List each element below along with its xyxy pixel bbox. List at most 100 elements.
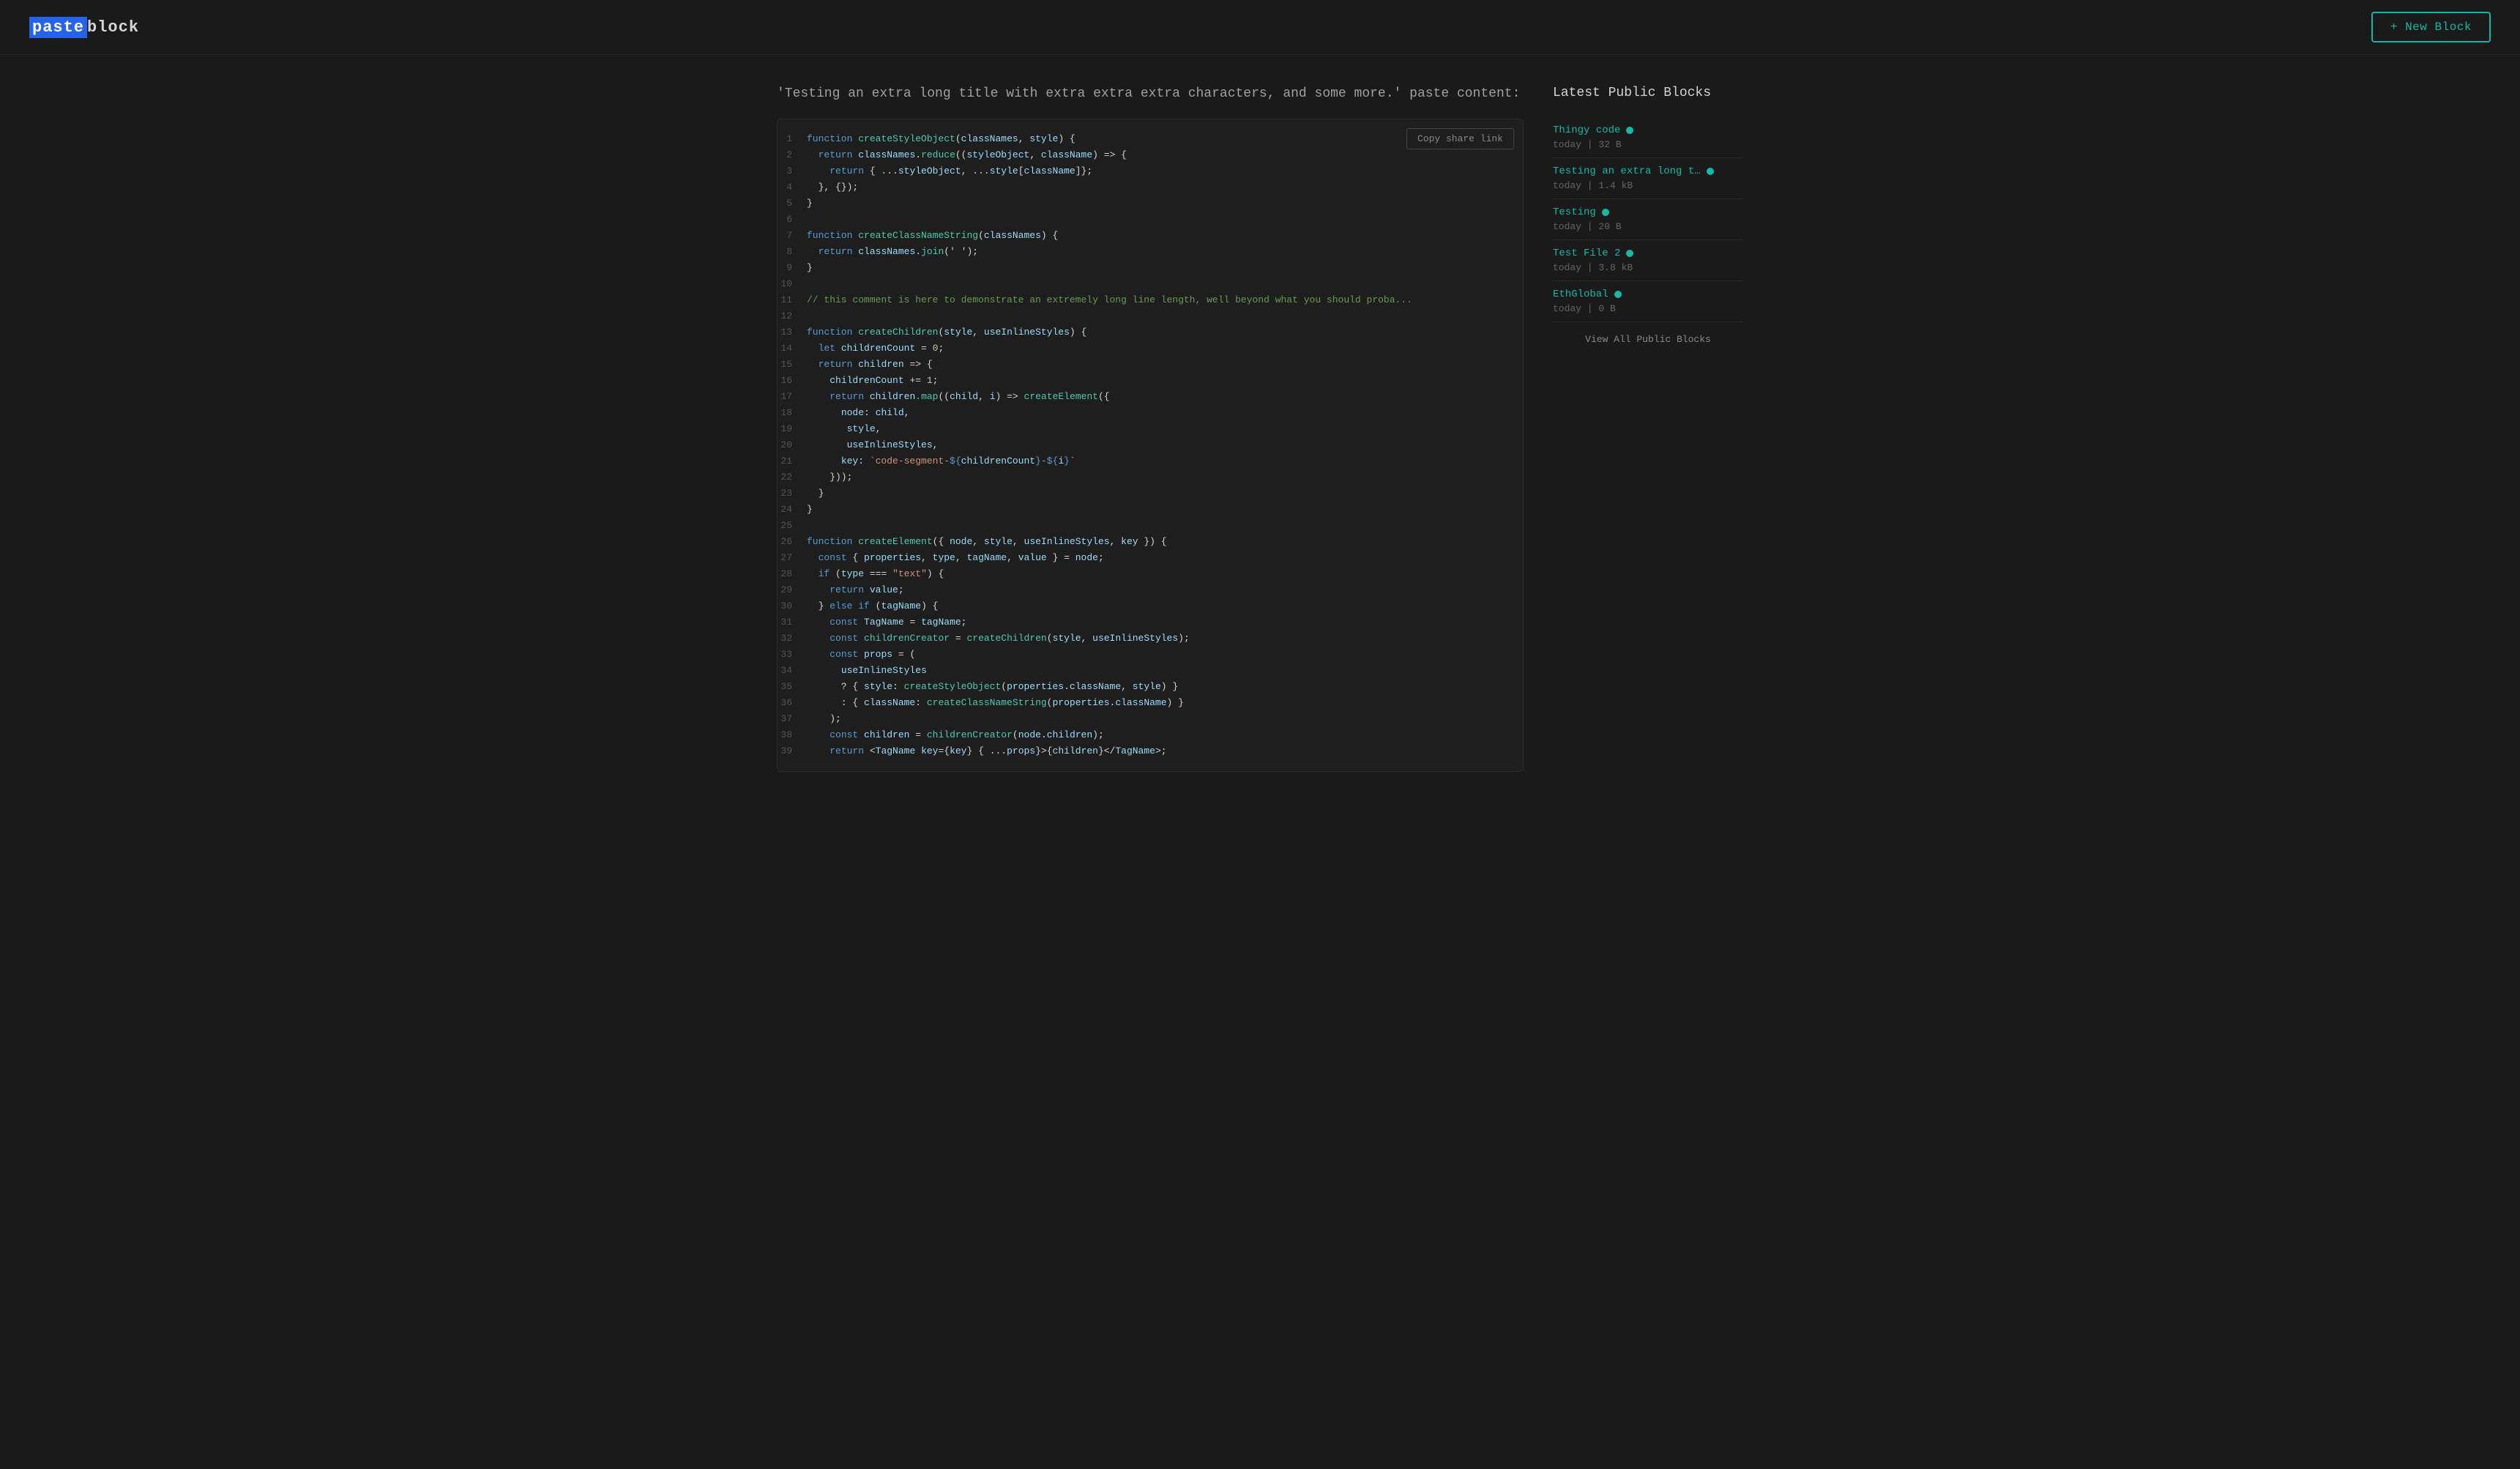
list-item[interactable]: Testing today | 20 B xyxy=(1553,199,1743,240)
code-container: Copy share link 1function createStyleObj… xyxy=(777,119,1524,772)
table-row: 18 node: child, xyxy=(778,405,1523,421)
line-number: 37 xyxy=(778,711,807,727)
line-code: const TagName = tagName; xyxy=(807,614,966,631)
line-number: 1 xyxy=(778,131,807,147)
line-number: 11 xyxy=(778,292,807,308)
view-all-public-blocks-link[interactable]: View All Public Blocks xyxy=(1553,334,1743,345)
line-code: return children.map((child, i) => create… xyxy=(807,389,1110,405)
table-row: 38 const children = childrenCreator(node… xyxy=(778,727,1523,743)
table-row: 10 xyxy=(778,276,1523,292)
line-number: 39 xyxy=(778,743,807,759)
table-row: 8 return classNames.join(' '); xyxy=(778,244,1523,260)
line-number: 21 xyxy=(778,453,807,469)
table-row: 37 ); xyxy=(778,711,1523,727)
block-list: Thingy codetoday | 32 BTesting an extra … xyxy=(1553,117,1743,322)
line-code: } xyxy=(807,260,813,276)
line-code: ); xyxy=(807,711,841,727)
new-block-button[interactable]: + New Block xyxy=(2371,12,2491,42)
line-code: } else if (tagName) { xyxy=(807,598,938,614)
table-row: 35 ? { style: createStyleObject(properti… xyxy=(778,679,1523,695)
logo-paste-text: paste xyxy=(29,17,87,38)
list-item[interactable]: EthGlobal today | 0 B xyxy=(1553,281,1743,322)
line-number: 12 xyxy=(778,308,807,324)
table-row: 15 return children => { xyxy=(778,357,1523,373)
table-row: 2 return classNames.reduce((styleObject,… xyxy=(778,147,1523,163)
table-row: 36 : { className: createClassNameString(… xyxy=(778,695,1523,711)
line-number: 24 xyxy=(778,502,807,518)
table-row: 12 xyxy=(778,308,1523,324)
block-meta: today | 3.8 kB xyxy=(1553,262,1743,273)
line-number: 30 xyxy=(778,598,807,614)
line-number: 15 xyxy=(778,357,807,373)
sidebar: Latest Public Blocks Thingy codetoday | … xyxy=(1553,84,1743,772)
line-code: childrenCount += 1; xyxy=(807,373,938,389)
paste-title: 'Testing an extra long title with extra … xyxy=(777,84,1524,104)
list-item[interactable]: Thingy codetoday | 32 B xyxy=(1553,117,1743,158)
table-row: 29 return value; xyxy=(778,582,1523,598)
table-row: 16 childrenCount += 1; xyxy=(778,373,1523,389)
block-name: Testing xyxy=(1553,207,1596,218)
line-code: function createChildren(style, useInline… xyxy=(807,324,1086,341)
line-code: return value; xyxy=(807,582,904,598)
sidebar-title: Latest Public Blocks xyxy=(1553,84,1743,103)
line-code: } xyxy=(807,486,824,502)
line-code: useInlineStyles, xyxy=(807,437,938,453)
table-row: 11// this comment is here to demonstrate… xyxy=(778,292,1523,308)
block-name: EthGlobal xyxy=(1553,289,1608,300)
block-meta: today | 1.4 kB xyxy=(1553,180,1743,191)
line-number: 23 xyxy=(778,486,807,502)
line-code: // this comment is here to demonstrate a… xyxy=(807,292,1412,308)
line-number: 9 xyxy=(778,260,807,276)
block-name: Testing an extra long t… xyxy=(1553,166,1701,177)
line-number: 14 xyxy=(778,341,807,357)
block-meta: today | 20 B xyxy=(1553,221,1743,232)
table-row: 30 } else if (tagName) { xyxy=(778,598,1523,614)
line-code: return classNames.join(' '); xyxy=(807,244,978,260)
line-code: const children = childrenCreator(node.ch… xyxy=(807,727,1104,743)
line-number: 4 xyxy=(778,179,807,196)
table-row: 19 style, xyxy=(778,421,1523,437)
line-number: 20 xyxy=(778,437,807,453)
line-number: 6 xyxy=(778,212,807,228)
table-row: 22 })); xyxy=(778,469,1523,486)
line-code: })); xyxy=(807,469,852,486)
list-item[interactable]: Test File 2today | 3.8 kB xyxy=(1553,240,1743,281)
line-number: 33 xyxy=(778,647,807,663)
line-number: 16 xyxy=(778,373,807,389)
table-row: 34 useInlineStyles xyxy=(778,663,1523,679)
line-number: 13 xyxy=(778,324,807,341)
line-code: return { ...styleObject, ...style[classN… xyxy=(807,163,1092,179)
table-row: 3 return { ...styleObject, ...style[clas… xyxy=(778,163,1523,179)
block-status-dot xyxy=(1614,291,1622,298)
line-number: 7 xyxy=(778,228,807,244)
main-layout: 'Testing an extra long title with extra … xyxy=(748,55,1772,801)
table-row: 14 let childrenCount = 0; xyxy=(778,341,1523,357)
line-code: const childrenCreator = createChildren(s… xyxy=(807,631,1190,647)
block-meta: today | 0 B xyxy=(1553,303,1743,314)
line-number: 5 xyxy=(778,196,807,212)
copy-share-link-button[interactable]: Copy share link xyxy=(1406,128,1514,149)
block-name: Thingy code xyxy=(1553,124,1620,136)
line-number: 10 xyxy=(778,276,807,292)
line-code: return children => { xyxy=(807,357,933,373)
block-item-name: Thingy code xyxy=(1553,124,1743,136)
table-row: 21 key: `code-segment-${childrenCount}-$… xyxy=(778,453,1523,469)
line-number: 28 xyxy=(778,566,807,582)
line-code: function createStyleObject(classNames, s… xyxy=(807,131,1076,147)
line-number: 3 xyxy=(778,163,807,179)
line-code: ? { style: createStyleObject(properties.… xyxy=(807,679,1178,695)
line-code: style, xyxy=(807,421,881,437)
block-status-dot xyxy=(1707,168,1714,175)
table-row: 23 } xyxy=(778,486,1523,502)
list-item[interactable]: Testing an extra long t… today | 1.4 kB xyxy=(1553,158,1743,199)
table-row: 4 }, {}); xyxy=(778,179,1523,196)
table-row: 27 const { properties, type, tagName, va… xyxy=(778,550,1523,566)
table-row: 25 xyxy=(778,518,1523,534)
line-number: 2 xyxy=(778,147,807,163)
line-number: 36 xyxy=(778,695,807,711)
table-row: 7function createClassNameString(classNam… xyxy=(778,228,1523,244)
line-number: 26 xyxy=(778,534,807,550)
table-row: 13function createChildren(style, useInli… xyxy=(778,324,1523,341)
line-code: key: `code-segment-${childrenCount}-${i}… xyxy=(807,453,1076,469)
logo-block-text: block xyxy=(87,18,139,37)
